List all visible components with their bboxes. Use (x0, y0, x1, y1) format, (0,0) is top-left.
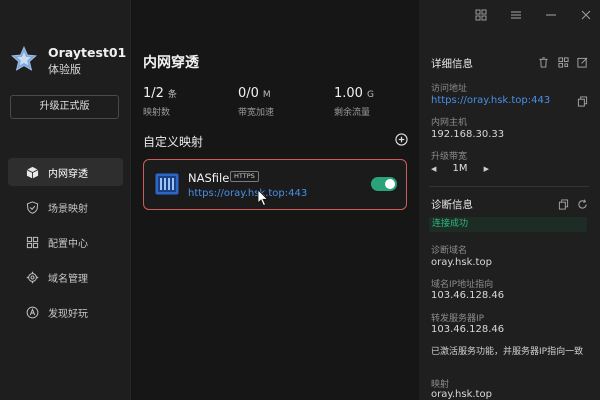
stat-bandwidth: 0/0 M 带宽加速 (238, 82, 274, 118)
bandwidth-label: 升级带宽 (431, 152, 468, 162)
increase-arrow-icon[interactable]: ▶ (484, 165, 489, 173)
diag-title: 诊断信息 (431, 199, 473, 211)
forward-server-label: 转发服务器IP (431, 314, 485, 324)
shield-icon (25, 200, 39, 214)
stat-label: 剩余流量 (334, 108, 371, 118)
upgrade-button[interactable]: 升级正式版 (10, 95, 119, 119)
sidebar-item-discover[interactable]: 发现好玩 (8, 298, 123, 326)
diag-domain-value: oray.hsk.top (431, 257, 492, 268)
stat-value: 0/0 (238, 86, 259, 101)
profile-plan: 体验版 (48, 63, 81, 76)
grid-icon (25, 235, 39, 249)
domain-ip-value: 103.46.128.46 (431, 290, 505, 301)
sidebar-item-label: 内网穿透 (48, 168, 88, 180)
decrease-arrow-icon[interactable]: ◀ (431, 165, 436, 173)
intranet-host-value: 192.168.30.33 (431, 129, 505, 140)
access-url-link[interactable]: https://oray.hsk.top:443 (431, 95, 550, 106)
sidebar-item-label: 域名管理 (48, 273, 88, 285)
stat-unit: 条 (167, 90, 177, 100)
stat-value: 1.00 (334, 86, 363, 101)
refresh-icon[interactable] (577, 199, 588, 210)
compass-icon (25, 305, 39, 319)
mapping-toggle[interactable] (371, 177, 397, 191)
mapping-url-link[interactable]: https://oray.hsk.top:443 (188, 188, 307, 199)
copy-icon[interactable] (577, 96, 588, 107)
sidebar-item-label: 配置中心 (48, 238, 88, 250)
cube-icon (25, 165, 39, 179)
detail-panel: 详细信息 访问地址 https://oray.hsk.top:443 内网主机 … (419, 0, 600, 400)
sidebar-item-scene[interactable]: 场景映射 (8, 193, 123, 221)
minimize-icon[interactable] (544, 8, 558, 22)
sidebar-item-label: 场景映射 (48, 203, 88, 215)
stat-label: 映射数 (143, 108, 171, 118)
grid-menu-icon[interactable] (474, 8, 488, 22)
forward-server-value: 103.46.128.46 (431, 324, 505, 335)
qrcode-icon[interactable] (558, 57, 569, 68)
divider (429, 186, 589, 187)
nas-icon (155, 173, 179, 195)
main-content: 内网穿透 1/2 条 映射数 0/0 M 带宽加速 1.00 G 剩余流量 自定义映射… (131, 0, 419, 400)
star-avatar-icon (11, 46, 37, 71)
sidebar-item-intranet[interactable]: 内网穿透 (8, 158, 123, 186)
toggle-knob (385, 179, 395, 189)
window-toolbar (474, 8, 600, 22)
stat-mappings: 1/2 条 映射数 (143, 82, 177, 118)
diag-domain-label: 诊断域名 (431, 246, 468, 256)
domain-ip-label: 域名IP地址指向 (431, 280, 494, 290)
stat-traffic: 1.00 G 剩余流量 (334, 82, 374, 118)
intranet-host-label: 内网主机 (431, 118, 468, 128)
bandwidth-value: 1M (452, 163, 468, 174)
stat-label: 带宽加速 (238, 108, 275, 118)
stat-value: 1/2 (143, 86, 164, 101)
sidebar-nav: 内网穿透 场景映射 配置中心 域名管理 发现好玩 (0, 158, 131, 333)
access-label: 访问地址 (431, 84, 468, 94)
menu-icon[interactable] (509, 8, 523, 22)
protocol-badge: HTTPS (230, 171, 259, 182)
section-title: 自定义映射 (143, 135, 204, 149)
stat-unit: G (366, 90, 374, 100)
delete-icon[interactable] (538, 57, 549, 68)
mapping-card[interactable]: NASfile HTTPS https://oray.hsk.top:443 (143, 159, 407, 210)
profile-name: Oraytest01 (48, 45, 127, 60)
page-title: 内网穿透 (143, 55, 199, 71)
mapping-name: NASfile (188, 171, 230, 185)
sidebar-item-domain[interactable]: 域名管理 (8, 263, 123, 291)
sidebar-item-config[interactable]: 配置中心 (8, 228, 123, 256)
stat-unit: M (262, 90, 271, 100)
sidebar-item-label: 发现好玩 (48, 308, 88, 320)
activation-note: 已激活服务功能，并服务器IP指向一致 (431, 347, 584, 357)
gear-icon (25, 270, 39, 284)
mouse-cursor-icon (257, 189, 269, 207)
sidebar: Oraytest01 体验版 升级正式版 内网穿透 场景映射 配置中心 域名管理… (0, 0, 131, 400)
bandwidth-stepper[interactable]: ◀ 1M ▶ (431, 163, 489, 174)
edit-icon[interactable] (577, 57, 588, 68)
mapping-value: oray.hsk.top (431, 389, 492, 400)
profile[interactable]: Oraytest01 体验版 (10, 45, 126, 78)
connection-status-badge: 连接成功 (429, 217, 587, 232)
add-mapping-icon[interactable] (395, 133, 408, 146)
copy-icon[interactable] (558, 199, 569, 210)
detail-title: 详细信息 (431, 58, 473, 70)
close-icon[interactable] (579, 8, 593, 22)
